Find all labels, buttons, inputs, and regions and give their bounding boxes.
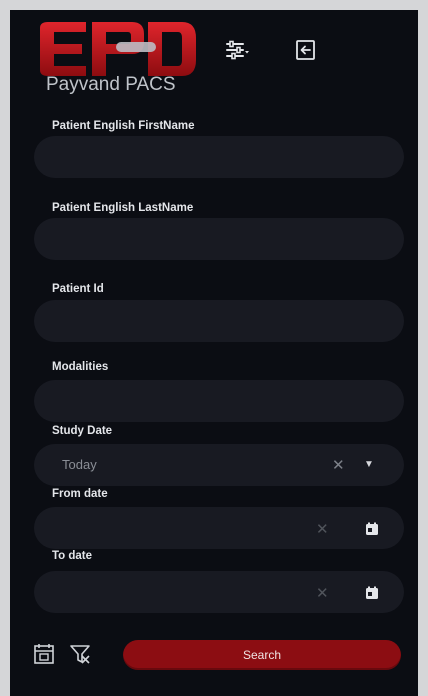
patient-id-field[interactable] [34,300,404,342]
patient-id-input[interactable] [34,300,404,342]
modalities-input[interactable] [34,380,404,422]
calendar-icon[interactable] [365,522,379,536]
first-name-label: Patient English FirstName [52,120,195,132]
modalities-label: Modalities [52,361,109,373]
last-name-field[interactable] [34,218,404,260]
filter-options-button[interactable] [224,38,250,64]
search-button[interactable]: Search [123,640,401,670]
modalities-field[interactable] [34,380,404,422]
chevron-down-icon[interactable]: ▼ [364,459,374,470]
logo: Payvand PACS [36,20,206,100]
logout-button[interactable] [294,38,320,64]
brand-name: Payvand PACS [46,74,176,95]
patient-id-label: Patient Id [52,283,104,295]
study-date-label: Study Date [52,425,113,437]
search-panel: Payvand PACS Patient English FirstName P… [10,10,418,696]
clear-filter-icon[interactable] [68,642,92,666]
epd-logo-icon [40,22,196,76]
to-date-label: To date [52,550,93,562]
to-date-field[interactable]: ✕ [34,571,404,613]
from-date-label: From date [52,488,108,500]
sliders-icon [226,40,249,60]
first-name-field[interactable] [34,136,404,178]
calendar-icon[interactable] [365,586,379,600]
to-date-clear-icon[interactable]: ✕ [316,584,329,602]
from-date-field[interactable]: ✕ [34,507,404,549]
study-date-select[interactable]: Today ✕ ▼ [34,444,404,486]
study-date-clear-icon[interactable]: ✕ [332,456,345,474]
first-name-input[interactable] [34,136,404,178]
last-name-input[interactable] [34,218,404,260]
study-date-value: Today [62,457,97,472]
calendar-reset-icon[interactable] [32,642,56,666]
from-date-clear-icon[interactable]: ✕ [316,520,329,538]
exit-icon [296,40,315,60]
last-name-label: Patient English LastName [52,202,194,214]
